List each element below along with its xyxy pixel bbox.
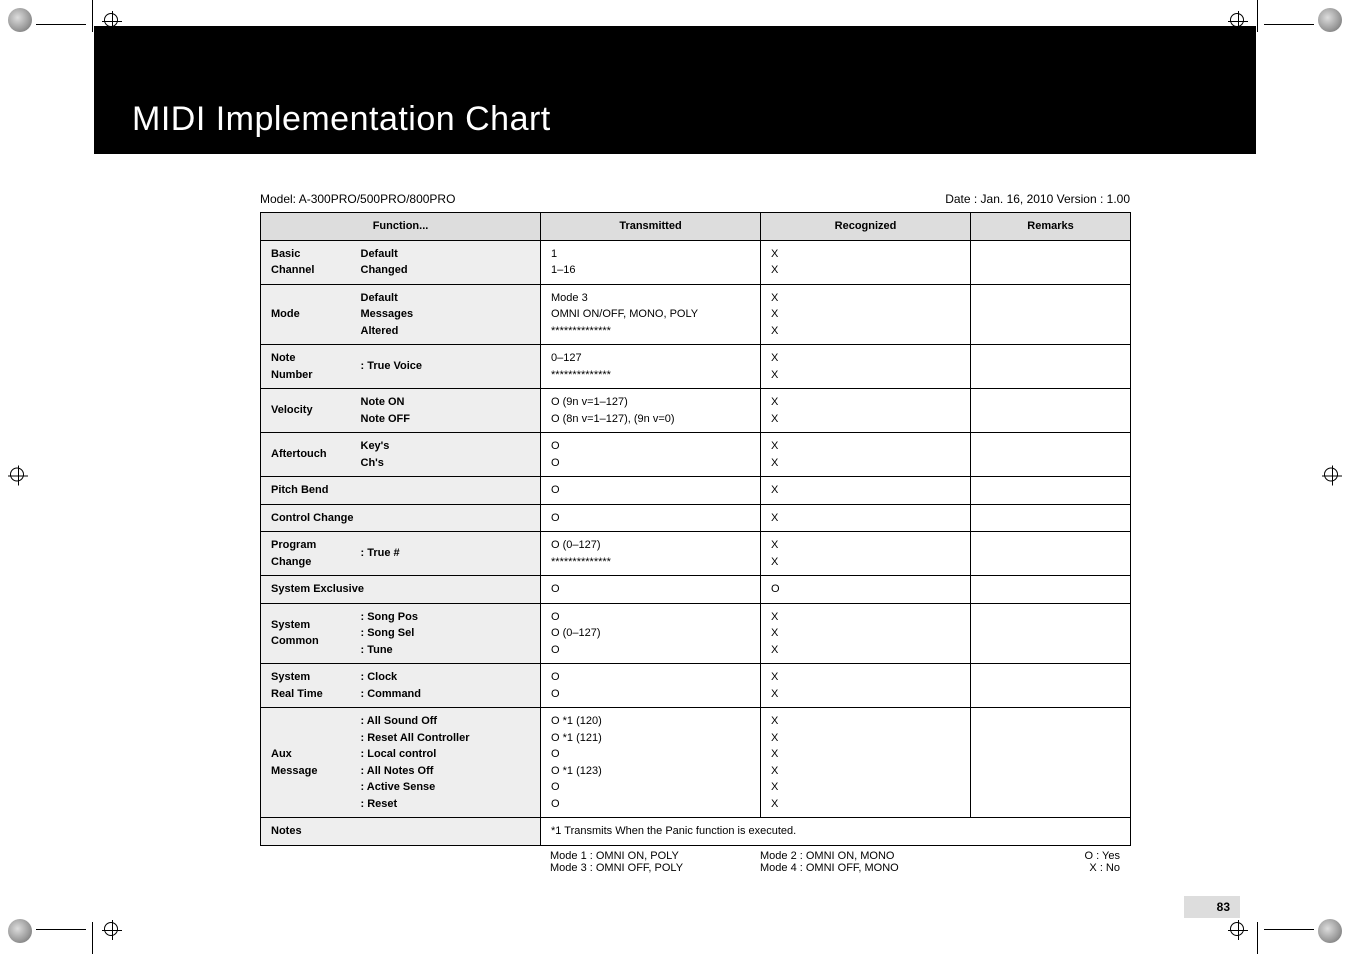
registration-mark-top-left [8, 8, 32, 35]
crop-mark [1264, 929, 1314, 930]
function-sub-cell: Note ON Note OFF [351, 389, 541, 433]
x-no-label: X : No [980, 862, 1120, 874]
transmitted-cell: O [541, 576, 761, 604]
transmitted-cell: O O [541, 664, 761, 708]
midi-chart-table: Function... Transmitted Recognized Remar… [260, 212, 1131, 846]
remarks-cell [971, 240, 1131, 284]
transmitted-cell: O O [541, 433, 761, 477]
registration-target-bottom-left [102, 920, 122, 943]
recognized-cell: X X X X X X [761, 708, 971, 818]
crop-mark [1257, 0, 1258, 32]
function-cell: Velocity [261, 389, 351, 433]
transmitted-cell: 0–127 ************** [541, 345, 761, 389]
registration-target-bottom-right [1228, 920, 1248, 943]
content-area: Model: A-300PRO/500PRO/800PRO Date : Jan… [260, 192, 1130, 874]
transmitted-cell: O *1 (120) O *1 (121) O O *1 (123) O O [541, 708, 761, 818]
date-version: Date : Jan. 16, 2010 Version : 1.00 [945, 192, 1130, 206]
o-yes-label: O : Yes [980, 850, 1120, 862]
function-sub-cell: : Song Pos : Song Sel : Tune [351, 603, 541, 664]
function-cell: Aftertouch [261, 433, 351, 477]
crop-mark [36, 929, 86, 930]
remarks-cell [971, 708, 1131, 818]
mode3-label: Mode 3 : OMNI OFF, POLY [550, 862, 760, 874]
remarks-cell [971, 532, 1131, 576]
function-cell: Aux Message [261, 708, 351, 818]
mode4-label: Mode 4 : OMNI OFF, MONO [760, 862, 980, 874]
function-cell: Pitch Bend [261, 477, 541, 505]
crop-mark [1257, 922, 1258, 954]
function-cell: System Common [261, 603, 351, 664]
header-recognized: Recognized [761, 213, 971, 241]
transmitted-cell: 1 1–16 [541, 240, 761, 284]
crop-mark [92, 922, 93, 954]
remarks-cell [971, 389, 1131, 433]
registration-mark-top-right [1318, 8, 1342, 35]
recognized-cell: X [761, 477, 971, 505]
remarks-cell [971, 477, 1131, 505]
function-cell: System Real Time [261, 664, 351, 708]
recognized-cell: X X [761, 433, 971, 477]
transmitted-cell: O (0–127) ************** [541, 532, 761, 576]
transmitted-cell: O [541, 504, 761, 532]
model-label: Model: A-300PRO/500PRO/800PRO [260, 192, 455, 206]
notes-cell: *1 Transmits When the Panic function is … [541, 818, 1131, 846]
remarks-cell [971, 433, 1131, 477]
transmitted-cell: O O (0–127) O [541, 603, 761, 664]
mode2-label: Mode 2 : OMNI ON, MONO [760, 850, 980, 862]
function-sub-cell: : All Sound Off : Reset All Controller :… [351, 708, 541, 818]
crop-mark [1264, 24, 1314, 25]
recognized-cell: X X [761, 532, 971, 576]
function-sub-cell: : True # [351, 532, 541, 576]
recognized-cell: X X X [761, 603, 971, 664]
mode1-label: Mode 1 : OMNI ON, POLY [550, 850, 760, 862]
registration-mark-bottom-left [8, 919, 32, 946]
function-cell: Notes [261, 818, 541, 846]
registration-target-right [1322, 466, 1342, 489]
page-number: 83 [1184, 896, 1240, 918]
header-transmitted: Transmitted [541, 213, 761, 241]
crop-mark [92, 0, 93, 32]
remarks-cell [971, 345, 1131, 389]
remarks-cell [971, 504, 1131, 532]
function-cell: Control Change [261, 504, 541, 532]
transmitted-cell: O [541, 477, 761, 505]
function-cell: Note Number [261, 345, 351, 389]
function-cell: System Exclusive [261, 576, 541, 604]
recognized-cell: O [761, 576, 971, 604]
transmitted-cell: O (9n v=1–127) O (8n v=1–127), (9n v=0) [541, 389, 761, 433]
remarks-cell [971, 284, 1131, 345]
function-sub-cell: Key's Ch's [351, 433, 541, 477]
remarks-cell [971, 664, 1131, 708]
function-sub-cell: : True Voice [351, 345, 541, 389]
header-remarks: Remarks [971, 213, 1131, 241]
header-function: Function... [261, 213, 541, 241]
function-cell: Program Change [261, 532, 351, 576]
recognized-cell: X [761, 504, 971, 532]
function-sub-cell: : Clock : Command [351, 664, 541, 708]
recognized-cell: X X [761, 664, 971, 708]
crop-mark [36, 24, 86, 25]
header-row: Model: A-300PRO/500PRO/800PRO Date : Jan… [260, 192, 1130, 206]
transmitted-cell: Mode 3 OMNI ON/OFF, MONO, POLY *********… [541, 284, 761, 345]
registration-target-left [8, 466, 28, 489]
footer-legend: Mode 1 : OMNI ON, POLY Mode 3 : OMNI OFF… [260, 850, 1130, 874]
function-sub-cell: Default Changed [351, 240, 541, 284]
recognized-cell: X X X [761, 284, 971, 345]
remarks-cell [971, 576, 1131, 604]
recognized-cell: X X [761, 240, 971, 284]
function-sub-cell: Default Messages Altered [351, 284, 541, 345]
recognized-cell: X X [761, 389, 971, 433]
function-cell: Basic Channel [261, 240, 351, 284]
recognized-cell: X X [761, 345, 971, 389]
page-title: MIDI Implementation Chart [132, 100, 551, 139]
remarks-cell [971, 603, 1131, 664]
function-cell: Mode [261, 284, 351, 345]
registration-mark-bottom-right [1318, 919, 1342, 946]
